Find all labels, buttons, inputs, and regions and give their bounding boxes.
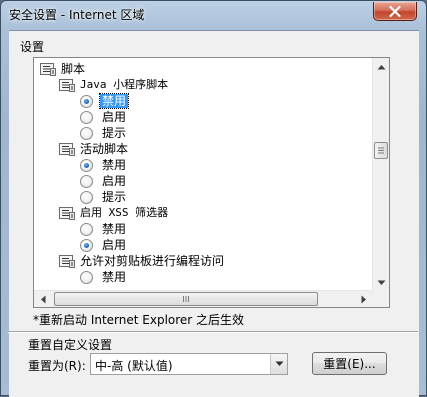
horizontal-scroll-thumb[interactable] [54, 292, 318, 306]
settings-list[interactable]: 脚本 Java 小程序脚本 禁用 启用 提示 活动脚本 禁用 启用 提示 启用 XSS 筛选器 禁用… [33, 57, 390, 308]
title-bar[interactable]: 安全设置 - Internet 区域 [1, 1, 426, 31]
tree-category: 启用 XSS 筛选器 [59, 205, 170, 221]
radio-button[interactable] [80, 126, 93, 140]
settings-label: 设置 [20, 40, 45, 54]
settings-category-icon [59, 207, 75, 220]
tree-item-label: 活动脚本 [80, 142, 129, 156]
grip-icon [378, 147, 384, 154]
radio-button[interactable] [80, 238, 93, 252]
arrow-right-icon [361, 295, 366, 304]
tree-item-label: 提示 [102, 190, 127, 204]
tree-option[interactable]: 启用 [80, 237, 128, 253]
tree-item-label: 启用 XSS 筛选器 [80, 206, 169, 219]
tree-item-label: 禁用 [102, 222, 127, 236]
tree-item-label: 允许对剪贴板进行编程访问 [80, 254, 225, 268]
tree-item-label: 禁用 [102, 270, 127, 284]
tree-item-label: 脚本 [61, 62, 86, 76]
arrow-up-icon [377, 64, 386, 69]
reset-level-value: 中-高 (默认值) [95, 359, 173, 373]
window-title: 安全设置 - Internet 区域 [9, 8, 145, 22]
tree-option[interactable]: 启用 [80, 173, 128, 189]
reset-to-label: 重置为(R): [28, 359, 86, 373]
scroll-left-arrow[interactable] [34, 291, 51, 307]
chevron-down-icon [275, 361, 283, 366]
tree-item-label: 启用 [102, 174, 127, 188]
grip-icon [183, 296, 189, 302]
settings-tree: 脚本 Java 小程序脚本 禁用 启用 提示 活动脚本 禁用 启用 提示 启用 XSS 筛选器 禁用… [34, 58, 372, 291]
horizontal-scrollbar[interactable] [34, 290, 372, 307]
settings-category-icon [59, 79, 75, 92]
separator [8, 331, 418, 333]
tree-category: 允许对剪贴板进行编程访问 [59, 253, 226, 269]
radio-button[interactable] [80, 110, 93, 124]
tree-category: Java 小程序脚本 [59, 77, 170, 93]
tree-option[interactable]: 提示 [80, 189, 128, 205]
tree-option[interactable]: 提示 [80, 125, 128, 141]
tree-category: 活动脚本 [59, 141, 130, 157]
restart-note: *重新启动 Internet Explorer 之后生效 [33, 313, 245, 327]
group-title: 重置自定义设置 [28, 338, 113, 352]
tree-option[interactable]: 禁用 [80, 93, 130, 109]
tree-option[interactable]: 禁用 [80, 221, 128, 237]
arrow-down-icon [377, 280, 386, 285]
tree-option[interactable]: 禁用 [80, 269, 128, 285]
tree-item-label: 启用 [102, 238, 127, 252]
radio-button[interactable] [80, 158, 93, 172]
radio-button[interactable] [80, 94, 93, 108]
tree-item-label: 禁用 [98, 93, 130, 109]
radio-button[interactable] [80, 174, 93, 188]
settings-category-icon [40, 63, 56, 76]
tree-category: 脚本 [40, 61, 87, 77]
vertical-scrollbar[interactable] [372, 58, 389, 291]
reset-level-select[interactable]: 中-高 (默认值) [90, 353, 288, 375]
radio-button[interactable] [80, 270, 93, 284]
close-icon [389, 5, 401, 17]
tree-item-label: 提示 [102, 126, 127, 140]
tree-item-label: 启用 [102, 110, 127, 124]
arrow-left-icon [40, 295, 45, 304]
dropdown-button[interactable] [270, 354, 287, 374]
settings-category-icon [59, 143, 75, 156]
reset-button[interactable]: 重置(E)... [312, 352, 387, 375]
vertical-scroll-thumb[interactable] [374, 142, 388, 160]
tree-option[interactable]: 启用 [80, 109, 128, 125]
scroll-right-arrow[interactable] [355, 291, 372, 307]
scroll-up-arrow[interactable] [373, 58, 389, 75]
scroll-corner [372, 290, 389, 307]
radio-button[interactable] [80, 222, 93, 236]
settings-category-icon [59, 255, 75, 268]
close-button[interactable] [373, 2, 417, 21]
tree-option[interactable]: 禁用 [80, 157, 128, 173]
scroll-down-arrow[interactable] [373, 274, 389, 291]
reset-custom-settings-group: 重置自定义设置 重置为(R): 中-高 (默认值) 重置(E)... [20, 336, 410, 396]
radio-button[interactable] [80, 190, 93, 204]
tree-item-label: Java 小程序脚本 [80, 78, 169, 91]
tree-item-label: 禁用 [102, 158, 127, 172]
